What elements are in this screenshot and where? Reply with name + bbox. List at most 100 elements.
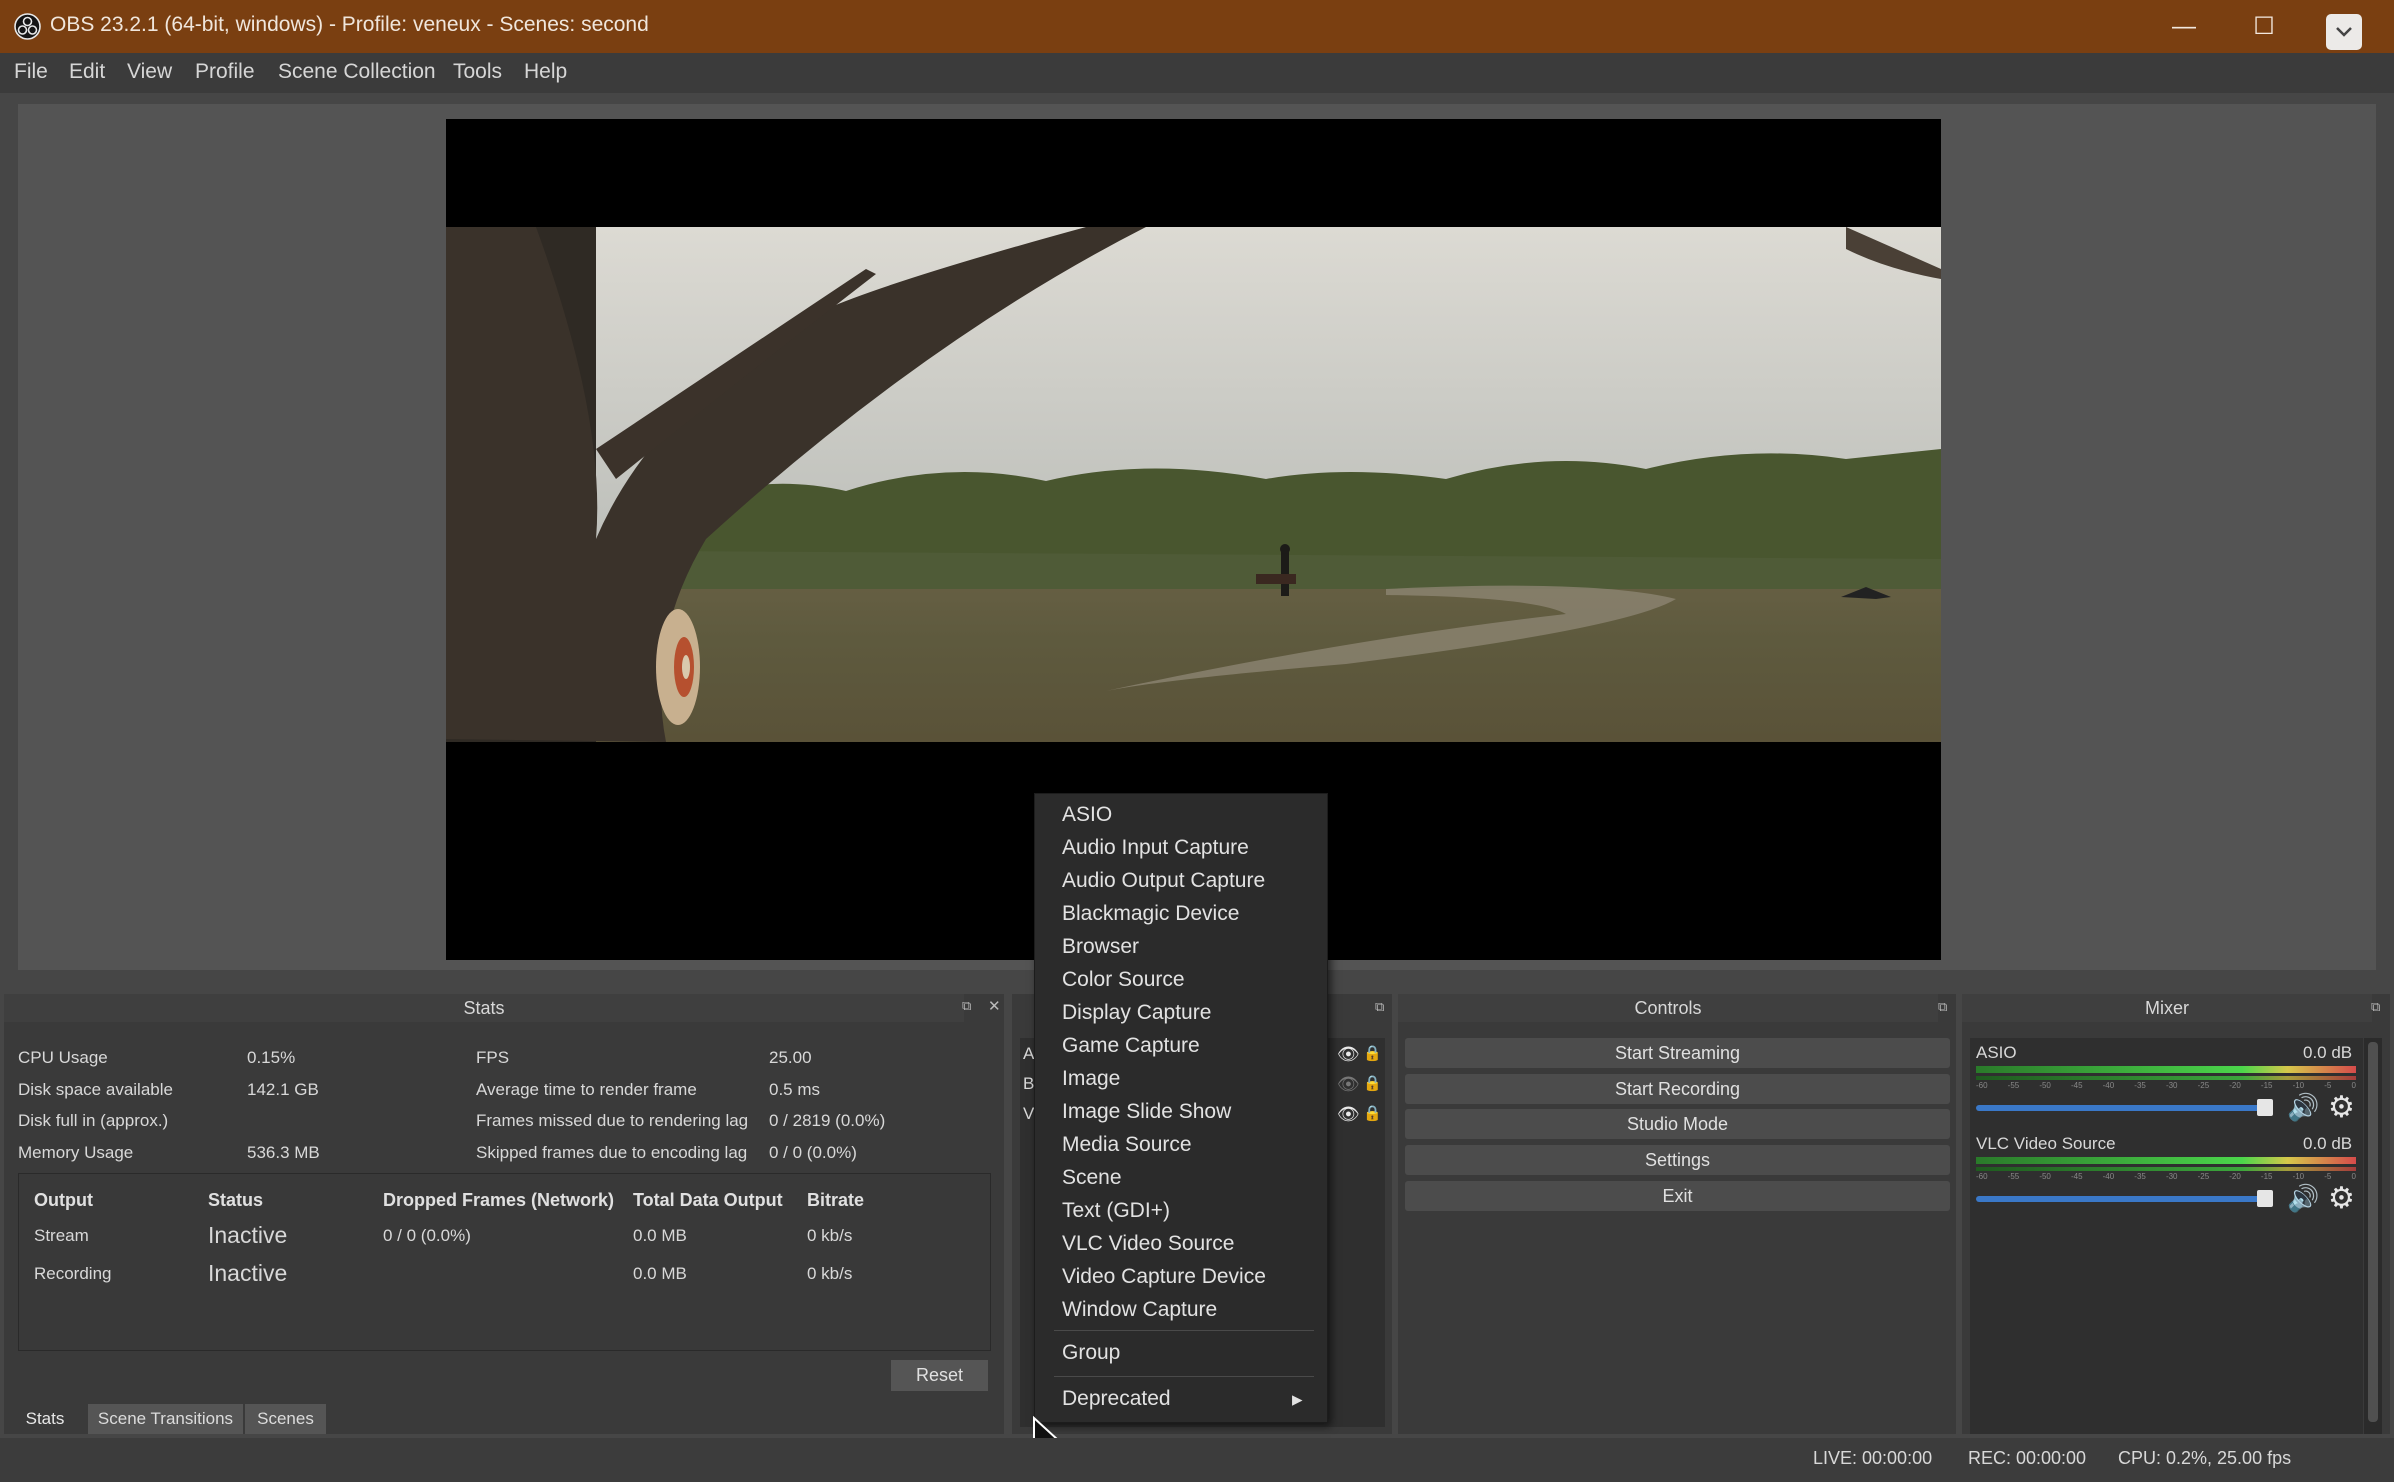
exit-button[interactable]: Exit (1405, 1181, 1950, 1211)
context-menu-item[interactable]: Game Capture (1062, 1034, 1200, 1058)
float-icon[interactable]: ⧉ (2371, 999, 2380, 1015)
minimize-button[interactable]: — (2145, 0, 2223, 53)
stat-value: 142.1 GB (247, 1080, 319, 1099)
stat-label: CPU Usage (18, 1048, 108, 1067)
gear-icon[interactable]: ⚙ (2328, 1181, 2355, 1216)
context-menu-item[interactable]: Image (1062, 1067, 1120, 1091)
source-item[interactable]: A (1023, 1044, 1034, 1064)
cpu-status: CPU: 0.2%, 25.00 fps (2118, 1448, 2292, 1468)
table-header: Dropped Frames (Network) (383, 1190, 615, 1210)
lock-icon[interactable]: 🔒 (1363, 1104, 1382, 1122)
live-time-status: LIVE: 00:00:00 (1813, 1448, 1933, 1468)
lock-icon[interactable]: 🔒 (1363, 1074, 1382, 1092)
stat-value: 0.15% (247, 1048, 296, 1067)
context-menu-item[interactable]: VLC Video Source (1062, 1232, 1234, 1256)
meter-scale-label: -30 (2165, 1172, 2178, 1181)
float-icon[interactable]: ⧉ (1938, 999, 1947, 1015)
context-menu-item[interactable]: Audio Output Capture (1062, 869, 1265, 893)
meter-scale-label: -60 (1976, 1172, 1988, 1181)
mute-speaker-icon[interactable]: 🔊 (2287, 1092, 2319, 1123)
context-menu-item[interactable]: Blackmagic Device (1062, 902, 1239, 926)
meter-scale: -60 -55 -50 -45 -40 -35 -30 -25 -20 -15 -10 -5 0 (1976, 1081, 2356, 1093)
meter-scale-label: -35 (2134, 1081, 2146, 1090)
stat-label: Skipped frames due to encoding lag (476, 1143, 748, 1162)
context-menu-item[interactable]: Scene (1062, 1166, 1122, 1190)
meter-scale-label: -10 (2292, 1172, 2305, 1181)
mixer-scrollbar[interactable] (2364, 1038, 2382, 1434)
meter-scale-label: -60 (1976, 1081, 1988, 1090)
volume-slider-handle[interactable] (2257, 1190, 2273, 1207)
stat-label: Frames missed due to rendering lag (476, 1111, 749, 1130)
audio-level-meter (1976, 1157, 2356, 1164)
source-item[interactable]: V (1023, 1104, 1034, 1124)
menu-profile[interactable]: Profile (195, 60, 255, 84)
context-menu-item[interactable]: Video Capture Device (1062, 1265, 1266, 1289)
volume-slider-handle[interactable] (2257, 1099, 2273, 1116)
settings-button[interactable]: Settings (1405, 1145, 1950, 1175)
context-menu-item[interactable]: Image Slide Show (1062, 1100, 1231, 1124)
lock-icon[interactable]: 🔒 (1363, 1044, 1382, 1062)
mixer-channel-db: 0.0 dB (2303, 1043, 2353, 1062)
collapse-button[interactable] (2326, 14, 2362, 50)
context-menu-item[interactable]: Audio Input Capture (1062, 836, 1249, 860)
tab-scene-transitions[interactable]: Scene Transitions (88, 1404, 243, 1434)
context-menu-item[interactable]: Display Capture (1062, 1001, 1211, 1025)
audio-level-meter (1976, 1076, 2356, 1080)
table-cell: 0.0 MB (633, 1226, 687, 1245)
tab-scenes[interactable]: Scenes (245, 1404, 326, 1434)
stat-label: FPS (476, 1048, 510, 1067)
stats-title: Stats (4, 994, 964, 1022)
start-recording-button[interactable]: Start Recording (1405, 1074, 1950, 1104)
studio-mode-button[interactable]: Studio Mode (1405, 1109, 1950, 1139)
visibility-eye-icon[interactable]: 👁 (1337, 1104, 1360, 1125)
menu-tools[interactable]: Tools (453, 60, 502, 84)
menu-edit[interactable]: Edit (69, 60, 105, 84)
start-streaming-button[interactable]: Start Streaming (1405, 1038, 1950, 1068)
visibility-eye-icon[interactable]: 👁 (1337, 1044, 1360, 1065)
table-cell: Stream (34, 1226, 89, 1245)
context-menu-item[interactable]: Window Capture (1062, 1298, 1217, 1322)
table-header: Output (34, 1190, 93, 1210)
close-icon[interactable]: ✕ (988, 997, 1001, 1015)
table-header: Total Data Output (633, 1190, 783, 1210)
meter-scale-label: -50 (2039, 1081, 2051, 1090)
context-menu-item-group[interactable]: Group (1062, 1341, 1120, 1365)
meter-scale-label: -55 (2007, 1081, 2020, 1090)
meter-scale-label: -20 (2229, 1172, 2241, 1181)
menu-scene-collection[interactable]: Scene Collection (278, 60, 436, 84)
meter-scale-label: -40 (2102, 1081, 2115, 1090)
float-icon[interactable]: ⧉ (1375, 999, 1384, 1015)
reset-button[interactable]: Reset (891, 1360, 988, 1391)
meter-scale-label: -55 (2007, 1172, 2020, 1181)
mute-speaker-icon[interactable]: 🔊 (2287, 1183, 2319, 1214)
stat-value: 0 / 0 (0.0%) (769, 1143, 857, 1162)
float-icon[interactable]: ⧉ (962, 998, 971, 1014)
table-header: Status (208, 1190, 264, 1210)
meter-scale-label: -40 (2102, 1172, 2115, 1181)
context-menu-item[interactable]: Text (GDI+) (1062, 1199, 1170, 1223)
source-item[interactable]: B (1023, 1074, 1034, 1094)
meter-scale: -60 -55 -50 -45 -40 -35 -30 -25 -20 -15 -10 -5 0 (1976, 1172, 2356, 1184)
table-cell: 0 / 0 (0.0%) (383, 1226, 471, 1245)
stat-label: Average time to render frame (476, 1080, 697, 1099)
context-menu-item[interactable]: Browser (1062, 935, 1139, 959)
gear-icon[interactable]: ⚙ (2328, 1090, 2355, 1125)
table-cell: 0 kb/s (807, 1264, 853, 1283)
visibility-eye-icon[interactable]: 👁 (1337, 1074, 1360, 1095)
meter-scale-label: -30 (2165, 1081, 2178, 1090)
context-menu-item[interactable]: Color Source (1062, 968, 1185, 992)
chevron-down-icon (2336, 27, 2352, 37)
tab-stats[interactable]: Stats (4, 1404, 86, 1434)
menu-help[interactable]: Help (524, 60, 567, 84)
context-menu-item[interactable]: ASIO (1062, 803, 1112, 827)
volume-slider[interactable] (1976, 1196, 2272, 1202)
maximize-button[interactable]: ☐ (2225, 0, 2303, 53)
menu-file[interactable]: File (14, 60, 48, 84)
table-cell: Recording (34, 1264, 112, 1283)
menu-view[interactable]: View (127, 60, 172, 84)
menu-separator (1054, 1330, 1314, 1331)
volume-slider[interactable] (1976, 1105, 2272, 1111)
context-menu-item[interactable]: Media Source (1062, 1133, 1192, 1157)
meter-scale-label: -5 (2324, 1081, 2332, 1090)
context-menu-item-deprecated[interactable]: Deprecated (1062, 1387, 1171, 1411)
